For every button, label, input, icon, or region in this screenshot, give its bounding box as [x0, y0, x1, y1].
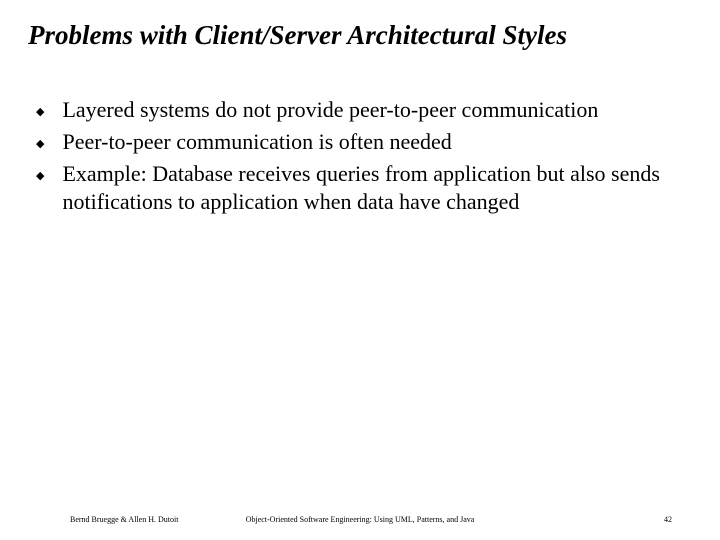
- slide-footer: Bernd Bruegge & Allen H. Dutoit Object-O…: [0, 510, 720, 524]
- bullet-icon: ◆: [36, 137, 44, 151]
- bullet-text: Layered systems do not provide peer-to-p…: [62, 96, 680, 124]
- footer-page-number: 42: [664, 515, 672, 524]
- bullet-icon: ◆: [36, 169, 44, 183]
- slide-body: ◆ Layered systems do not provide peer-to…: [36, 96, 680, 221]
- bullet-text: Example: Database receives queries from …: [62, 160, 680, 216]
- bullet-item: ◆ Peer-to-peer communication is often ne…: [36, 128, 680, 156]
- bullet-item: ◆ Layered systems do not provide peer-to…: [36, 96, 680, 124]
- slide-title: Problems with Client/Server Architectura…: [28, 20, 692, 51]
- footer-book-title: Object-Oriented Software Engineering: Us…: [0, 515, 720, 524]
- bullet-item: ◆ Example: Database receives queries fro…: [36, 160, 680, 216]
- bullet-icon: ◆: [36, 105, 44, 119]
- bullet-text: Peer-to-peer communication is often need…: [62, 128, 680, 156]
- slide: Problems with Client/Server Architectura…: [0, 0, 720, 540]
